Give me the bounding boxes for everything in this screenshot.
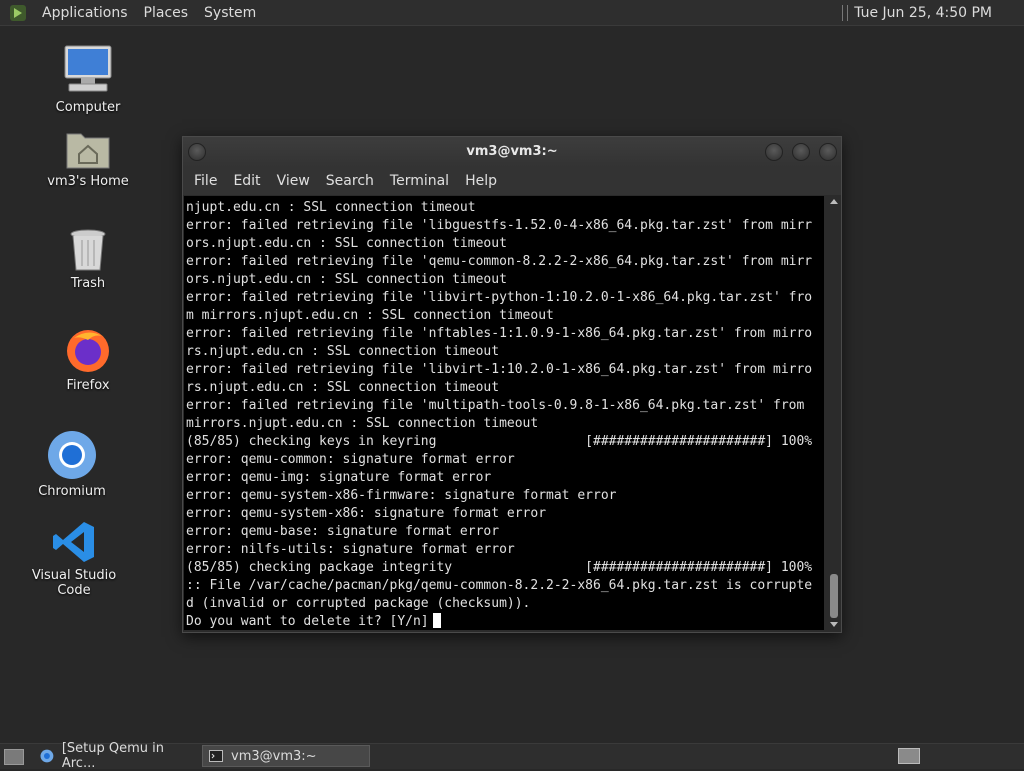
terminal-line: mirrors.njupt.edu.cn : SSL connection ti… [186,416,539,431]
places-menu[interactable]: Places [136,5,197,21]
desktop-icon-label: vm3's Home [47,174,129,189]
terminal-scrollbar[interactable] [828,196,840,630]
chromium-icon [40,749,54,763]
desktop-icon-label: Computer [55,100,121,115]
workspace-switcher[interactable] [898,748,920,764]
terminal-line: ors.njupt.edu.cn : SSL connection timeou… [186,272,507,287]
taskbar-item-label: vm3@vm3:~ [231,748,317,764]
maximize-button[interactable] [792,143,810,161]
distro-logo-icon[interactable] [8,3,28,23]
scroll-up-arrow-icon[interactable] [830,199,838,204]
desktop-icon-trash[interactable]: Trash [33,228,143,291]
window-titlebar[interactable]: vm3@vm3:~ [183,137,841,167]
minimize-button[interactable] [765,143,783,161]
terminal-menubar: File Edit View Search Terminal Help [183,167,841,195]
terminal-icon [209,750,223,762]
terminal-line: error: qemu-system-x86: signature format… [186,506,547,521]
terminal-line: rs.njupt.edu.cn : SSL connection timeout [186,344,500,359]
terminal-line: (85/85) checking keys in keyring [######… [186,434,813,449]
close-button[interactable] [819,143,837,161]
scrollbar-thumb[interactable] [830,574,838,618]
taskbar-item-label: [Setup Qemu in Arc... [61,741,165,771]
terminal-line: error: failed retrieving file 'qemu-comm… [186,254,813,269]
firefox-icon [67,330,109,372]
terminal-line: error: qemu-system-x86-firmware: signatu… [186,488,617,503]
window-title: vm3@vm3:~ [466,144,558,159]
terminal-line: error: failed retrieving file 'nftables-… [186,326,813,341]
terminal-output[interactable]: njupt.edu.cn : SSL connection timeout er… [184,196,824,630]
desktop-icon-label: Trash [70,276,106,291]
computer-icon [64,45,112,92]
top-panel: Applications Places System Tue Jun 25, 4… [0,0,1024,26]
menu-terminal[interactable]: Terminal [382,173,457,189]
trash-icon [70,229,106,271]
menu-help[interactable]: Help [457,173,505,189]
terminal-line: rs.njupt.edu.cn : SSL connection timeout [186,380,500,395]
desktop-icon-home[interactable]: vm3's Home [33,128,143,189]
desktop-icon-chromium[interactable]: Chromium [17,430,127,499]
menu-search[interactable]: Search [318,173,382,189]
menu-view[interactable]: View [269,173,318,189]
terminal-line: njupt.edu.cn : SSL connection timeout [186,200,476,215]
terminal-line: error: failed retrieving file 'libvirt-p… [186,290,813,305]
terminal-line: ors.njupt.edu.cn : SSL connection timeou… [186,236,507,251]
terminal-line: error: failed retrieving file 'libvirt-1… [186,362,813,377]
system-menu[interactable]: System [196,5,264,21]
desktop-icon-vscode[interactable]: Visual Studio Code [19,520,129,598]
terminal-line: m mirrors.njupt.edu.cn : SSL connection … [186,308,554,323]
terminal-prompt-line: Do you want to delete it? [Y/n] [186,613,824,630]
clock[interactable]: Tue Jun 25, 4:50 PM [848,5,1024,21]
text-cursor [432,613,441,628]
terminal-line: error: qemu-common: signature format err… [186,452,515,467]
desktop-icon-label: Chromium [38,484,106,499]
desktop-icon-firefox[interactable]: Firefox [33,326,143,393]
menu-edit[interactable]: Edit [225,173,268,189]
show-desktop-button[interactable] [4,749,24,765]
home-folder-icon [66,133,110,169]
terminal-line: :: File /var/cache/pacman/pkg/qemu-commo… [186,578,813,593]
chromium-icon [48,431,96,479]
terminal-line: error: qemu-base: signature format error [186,524,500,539]
terminal-line: error: qemu-img: signature format error [186,470,492,485]
terminal-prompt: Do you want to delete it? [Y/n] [186,614,429,629]
terminal-window[interactable]: vm3@vm3:~ File Edit View Search Terminal… [182,136,842,633]
desktop-icon-label: Visual Studio Code [31,568,117,598]
desktop-icon-label: Firefox [66,378,110,393]
terminal-line: error: failed retrieving file 'multipath… [186,398,813,413]
terminal-line: d (invalid or corrupted package (checksu… [186,596,531,611]
terminal-line: (85/85) checking package integrity [####… [186,560,813,575]
menu-file[interactable]: File [186,173,225,189]
desktop-icon-computer[interactable]: Computer [33,44,143,115]
vscode-icon [53,522,94,562]
bottom-panel: [Setup Qemu in Arc... vm3@vm3:~ [0,741,1024,771]
terminal-line: error: failed retrieving file 'libguestf… [186,218,813,233]
terminal-line: error: nilfs-utils: signature format err… [186,542,515,557]
scroll-down-arrow-icon[interactable] [830,622,838,627]
taskbar-item-terminal[interactable]: vm3@vm3:~ [202,745,370,767]
taskbar-item-browser[interactable]: [Setup Qemu in Arc... [34,741,200,771]
applications-menu[interactable]: Applications [34,5,136,21]
